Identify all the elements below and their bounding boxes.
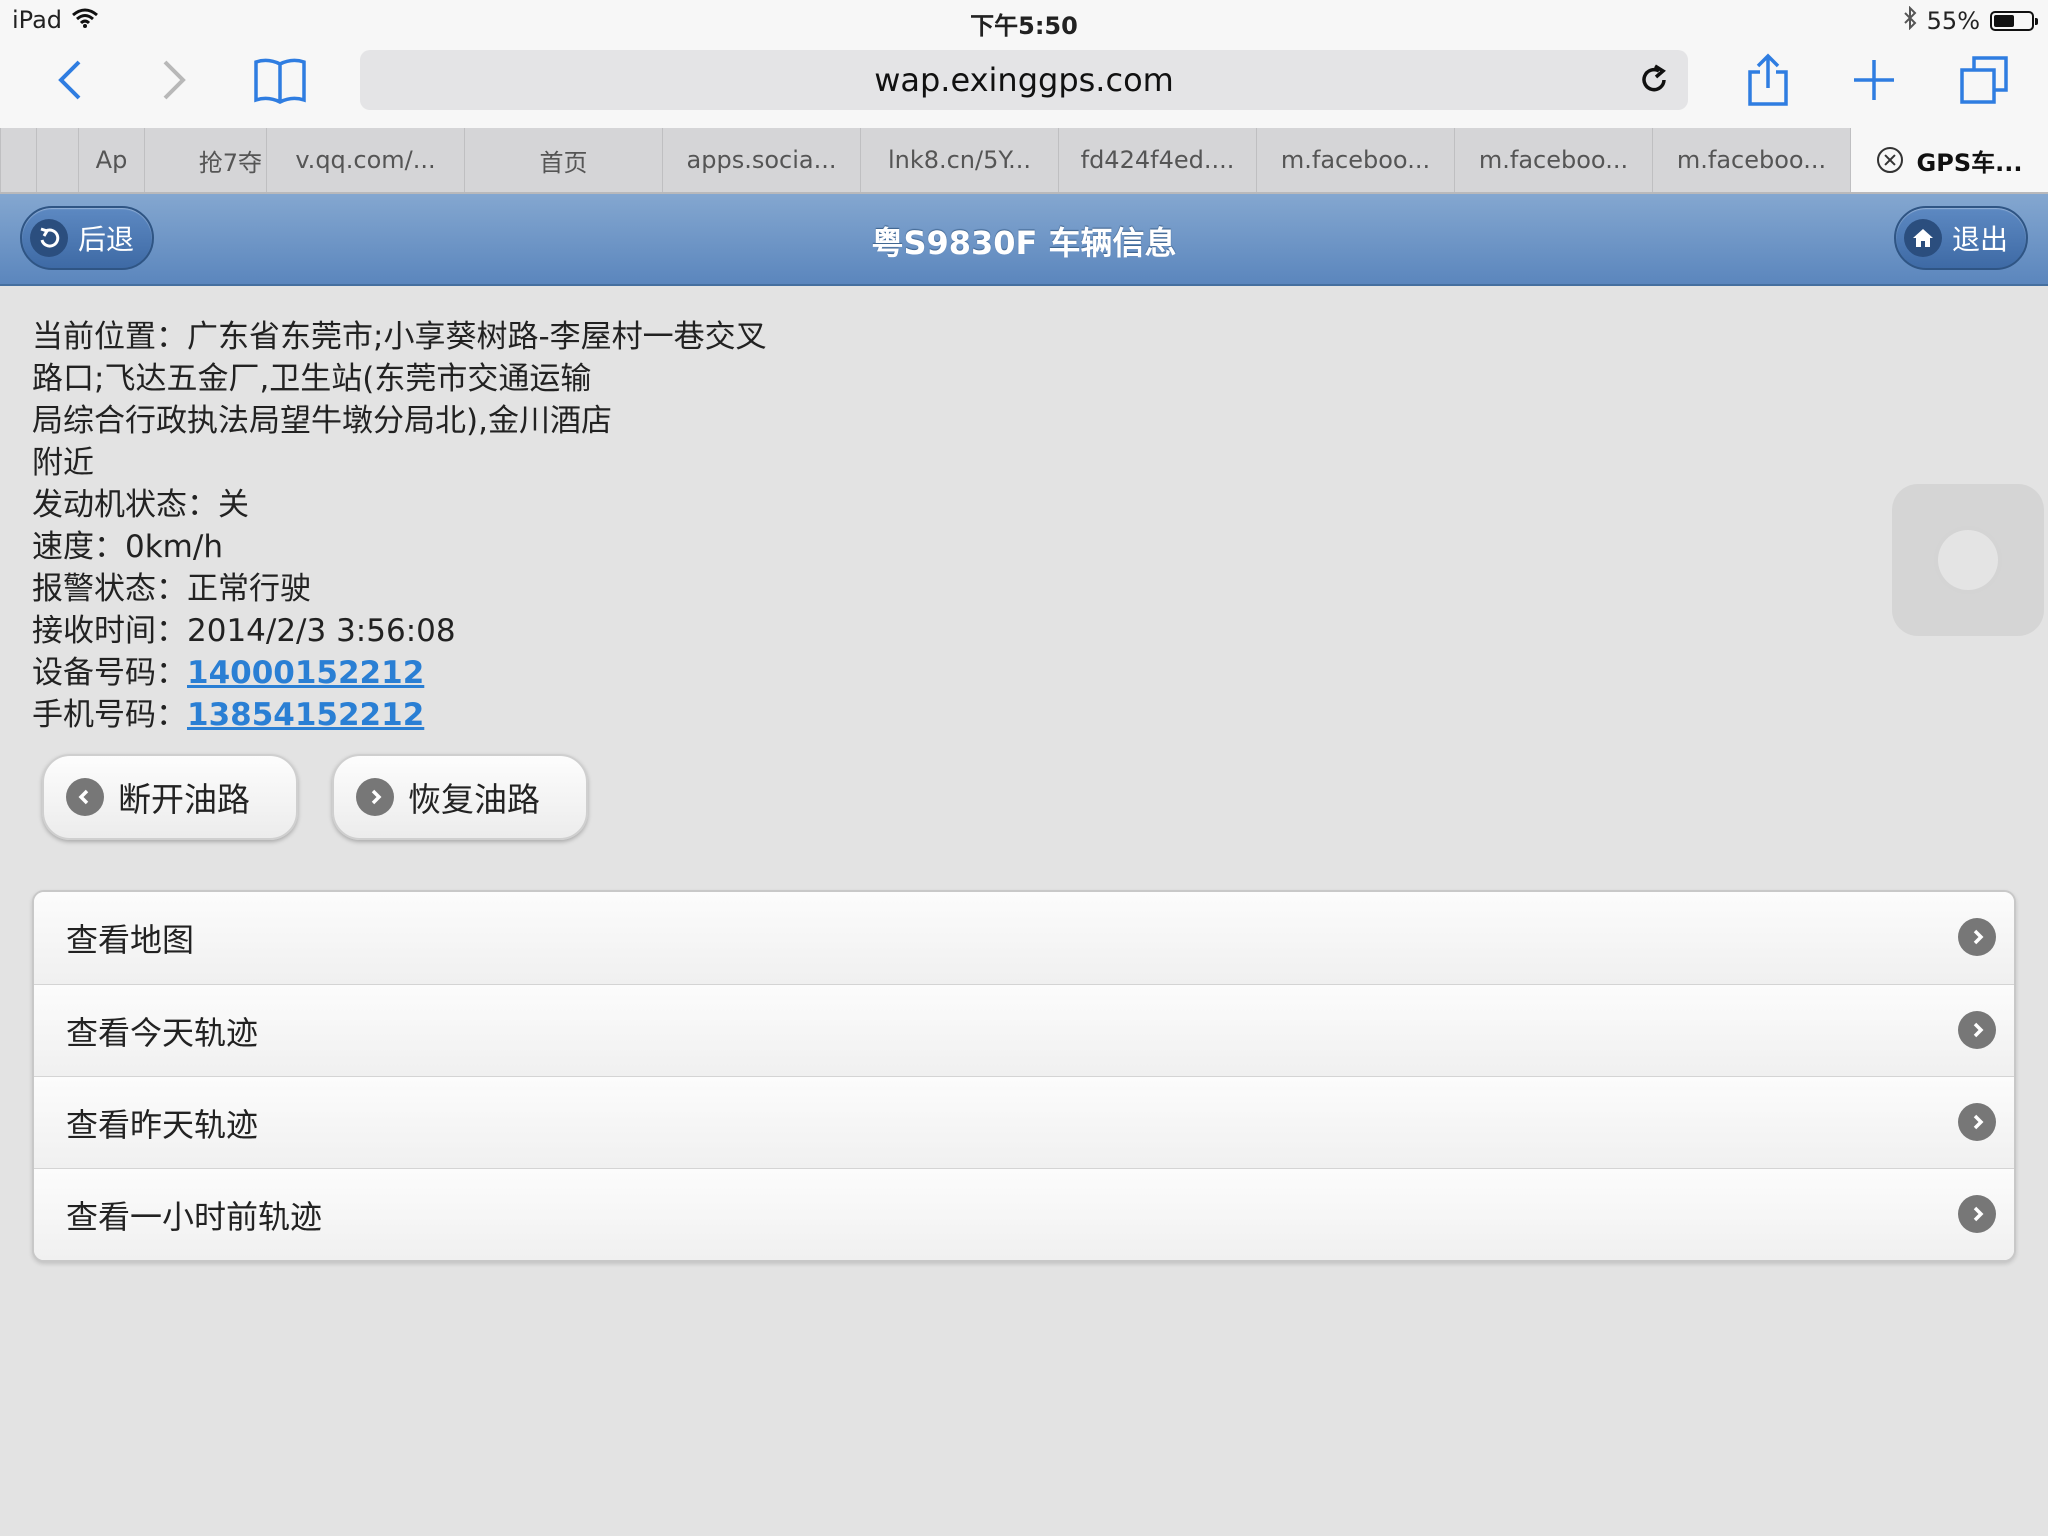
tab[interactable]: m.faceboo... [1454, 128, 1652, 192]
menu-item-hour-ago-track[interactable]: 查看一小时前轨迹 [34, 1168, 2014, 1260]
alarm-value: 正常行驶 [187, 571, 311, 607]
menu-item-label: 查看地图 [66, 921, 195, 959]
exit-label: 退出 [1951, 223, 2008, 256]
location-line: 路口;飞达五金厂,卫生站(东莞市交通运输 [32, 361, 592, 397]
battery-icon [1990, 11, 2038, 31]
menu-item-view-map[interactable]: 查看地图 [34, 892, 2014, 984]
restore-oil-button[interactable]: 恢复油路 [332, 754, 588, 840]
speed-row: 速度：0km/h [32, 526, 832, 568]
tab[interactable]: 抢7夺 [144, 128, 266, 192]
reload-icon[interactable] [1636, 62, 1672, 98]
location-row: 当前位置：广东省东莞市;小享葵树路-李屋村一巷交叉 [32, 316, 832, 358]
browser-toolbar: wap.exinggps.com [0, 40, 2048, 128]
url-text: wap.exinggps.com [874, 61, 1174, 99]
tab[interactable]: apps.socia... [662, 128, 860, 192]
phone-number-link[interactable]: 13854152212 [187, 697, 424, 733]
location-label: 当前位置： [32, 319, 187, 355]
tab-label: v.qq.com/... [295, 146, 436, 174]
close-tab-icon[interactable] [1876, 147, 1903, 173]
receive-time-row: 接收时间：2014/2/3 3:56:08 [32, 610, 832, 652]
chevron-right-icon [356, 778, 394, 816]
receive-time-value: 2014/2/3 3:56:08 [187, 613, 456, 649]
tab[interactable]: m.faceboo... [1652, 128, 1850, 192]
tab[interactable]: fd424f4ed.... [1058, 128, 1256, 192]
menu-item-label: 查看一小时前轨迹 [66, 1197, 323, 1236]
device-label: 设备号码： [32, 655, 187, 691]
back-icon[interactable] [38, 48, 102, 112]
home-icon [1903, 219, 1942, 257]
bluetooth-icon [1903, 5, 1917, 36]
menu-item-today-track[interactable]: 查看今天轨迹 [34, 984, 2014, 1076]
chevron-right-icon [1958, 1195, 1996, 1233]
device-number-link[interactable]: 14000152212 [187, 655, 424, 691]
speed-label: 速度： [32, 529, 125, 565]
assistive-touch-button[interactable] [1892, 484, 2044, 636]
address-bar[interactable]: wap.exinggps.com [360, 50, 1688, 110]
speed-value: 0km/h [125, 529, 223, 565]
tab-label: m.faceboo... [1280, 146, 1431, 174]
cut-oil-button[interactable]: 断开油路 [42, 754, 298, 840]
status-bar: iPad 下午5:50 55% [0, 0, 2048, 40]
tab-label: m.faceboo... [1676, 146, 1827, 174]
tab-label: 抢7夺 [198, 148, 262, 177]
tab-label: fd424f4ed.... [1080, 146, 1235, 174]
menu-item-label: 查看昨天轨迹 [66, 1105, 259, 1144]
location-line: 附近 [32, 445, 94, 481]
engine-label: 发动机状态： [32, 487, 218, 523]
tabs-icon[interactable] [1952, 48, 2016, 112]
cut-oil-label: 断开油路 [118, 780, 250, 819]
tab-label: GPS车... [1916, 148, 2023, 177]
tab-label: apps.socia... [686, 146, 837, 174]
engine-value: 关 [218, 487, 249, 523]
tab[interactable] [0, 128, 36, 192]
restore-oil-label: 恢复油路 [408, 780, 540, 819]
status-right: 55% [1903, 5, 2038, 36]
tab-label: 首页 [539, 148, 588, 177]
track-menu: 查看地图 查看今天轨迹 查看昨天轨迹 查看一小时前轨迹 [32, 890, 2016, 1262]
tab[interactable] [36, 128, 78, 192]
vehicle-info: 当前位置：广东省东莞市;小享葵树路-李屋村一巷交叉 路口;飞达五金厂,卫生站(东… [32, 316, 832, 736]
tab-label: m.faceboo... [1478, 146, 1629, 174]
battery-level [1994, 15, 2014, 27]
phone-row: 手机号码：13854152212 [32, 694, 832, 736]
tab-label: lnk8.cn/5Y... [887, 146, 1032, 174]
chevron-right-icon [1958, 918, 1996, 956]
chevron-left-icon [66, 778, 104, 816]
phone-label: 手机号码： [32, 697, 187, 733]
chevron-right-icon [1958, 1011, 1996, 1049]
bookmarks-icon[interactable] [248, 48, 312, 112]
location-line: 局综合行政执法局望牛墩分局北),金川酒店 [32, 403, 612, 439]
chevron-right-icon [1958, 1103, 1996, 1141]
tab[interactable]: lnk8.cn/5Y... [860, 128, 1058, 192]
exit-button[interactable]: 退出 [1893, 206, 2028, 270]
page-header: 后退 粤S9830F 车辆信息 退出 [0, 194, 2048, 286]
forward-icon[interactable] [142, 48, 206, 112]
clock: 下午5:50 [970, 12, 1078, 40]
battery-percent: 55% [1926, 7, 1980, 35]
engine-row: 发动机状态：关 [32, 484, 832, 526]
tab[interactable]: 首页 [464, 128, 662, 192]
page-title: 粤S9830F 车辆信息 [871, 224, 1177, 262]
alarm-label: 报警状态： [32, 571, 187, 607]
tab[interactable]: v.qq.com/... [266, 128, 464, 192]
device-row: 设备号码：14000152212 [32, 652, 832, 694]
tab-active[interactable]: GPS车... [1850, 128, 2048, 192]
tab[interactable]: Ap [78, 128, 144, 192]
receive-time-label: 接收时间： [32, 613, 187, 649]
tab-label: Ap [95, 146, 128, 174]
share-icon[interactable] [1736, 48, 1800, 112]
assistive-touch-icon [1934, 526, 2002, 594]
new-tab-icon[interactable] [1842, 48, 1906, 112]
tab[interactable]: m.faceboo... [1256, 128, 1454, 192]
menu-item-label: 查看今天轨迹 [66, 1013, 259, 1052]
location-value: 广东省东莞市;小享葵树路-李屋村一巷交叉 [187, 319, 767, 355]
menu-item-yesterday-track[interactable]: 查看昨天轨迹 [34, 1076, 2014, 1168]
alarm-row: 报警状态：正常行驶 [32, 568, 832, 610]
tab-bar: Ap 抢7夺 v.qq.com/... 首页 apps.socia... lnk… [0, 128, 2048, 194]
